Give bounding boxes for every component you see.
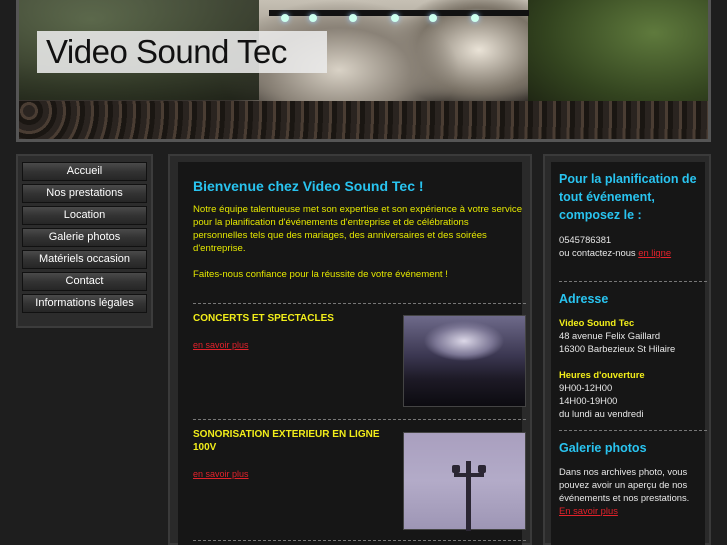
hours-afternoon: 14H00-19H00 bbox=[559, 395, 618, 406]
hours-days: du lundi au vendredi bbox=[559, 408, 644, 419]
divider bbox=[559, 281, 707, 282]
right-sidebar: Pour la planification de tout événement,… bbox=[543, 154, 711, 545]
stage-light bbox=[281, 14, 289, 22]
intro-text: Notre équipe talentueuse met son experti… bbox=[193, 204, 523, 254]
more-link-concerts[interactable]: en savoir plus bbox=[193, 340, 249, 350]
phone-number: 0545786381 bbox=[559, 234, 612, 245]
divider bbox=[193, 540, 526, 541]
welcome-title: Bienvenue chez Video Sound Tec ! bbox=[193, 178, 424, 194]
cta-text: Faites-nous confiance pour la réussite d… bbox=[193, 269, 448, 280]
company-name: Video Sound Tec bbox=[559, 317, 635, 328]
nav-item-accueil[interactable]: Accueil bbox=[22, 162, 147, 181]
contact-online-link[interactable]: en ligne bbox=[638, 247, 671, 258]
hours-heading: Heures d'ouverture bbox=[559, 369, 645, 380]
nav-item-contact[interactable]: Contact bbox=[22, 272, 147, 291]
divider bbox=[559, 430, 707, 431]
address-heading: Adresse bbox=[559, 292, 609, 306]
planning-heading: Pour la planification de tout événement,… bbox=[559, 172, 697, 222]
hours-morning: 9H00-12H00 bbox=[559, 382, 613, 393]
contact-line: ou contactez-nous en ligne bbox=[559, 246, 709, 259]
speaker-pole-thumbnail[interactable] bbox=[403, 432, 526, 531]
gallery-link-row: En savoir plus bbox=[559, 504, 709, 517]
main-content: Bienvenue chez Video Sound Tec ! Notre é… bbox=[168, 154, 532, 545]
city-address: 16300 Barbezieux St Hilaire bbox=[559, 343, 676, 354]
contact-prefix: ou contactez-nous bbox=[559, 247, 636, 258]
content-panel: Bienvenue chez Video Sound Tec ! Notre é… bbox=[178, 162, 526, 545]
divider bbox=[193, 419, 526, 420]
pole-arm bbox=[454, 473, 484, 477]
stage-light bbox=[309, 14, 317, 22]
street-address: 48 avenue Felix Gaillard bbox=[559, 330, 661, 341]
gallery-text: Dans nos archives photo, vous pouvez avo… bbox=[559, 466, 690, 503]
sidebar-panel: Pour la planification de tout événement,… bbox=[551, 162, 707, 545]
stage-light bbox=[349, 14, 357, 22]
divider bbox=[193, 303, 526, 304]
section-title-concerts: CONCERTS ET SPECTACLES bbox=[193, 313, 334, 324]
gallery-heading: Galerie photos bbox=[559, 441, 647, 455]
pole bbox=[466, 461, 471, 531]
main-nav: Accueil Nos prestations Location Galerie… bbox=[16, 154, 153, 328]
crowd bbox=[19, 101, 708, 139]
stage-light bbox=[471, 14, 479, 22]
section-title-sonorisation: SONORISATION EXTERIEUR EN LIGNE 100V bbox=[193, 429, 380, 453]
gallery-more-link[interactable]: En savoir plus bbox=[559, 505, 618, 516]
more-link-sonorisation[interactable]: en savoir plus bbox=[193, 469, 249, 479]
nav-item-informations[interactable]: Informations légales bbox=[22, 294, 147, 313]
speaker bbox=[452, 465, 460, 473]
site-title[interactable]: Video Sound Tec bbox=[46, 33, 287, 71]
header-banner: Video Sound Tec bbox=[16, 0, 711, 142]
concert-thumbnail[interactable] bbox=[403, 315, 526, 407]
nav-item-galerie[interactable]: Galerie photos bbox=[22, 228, 147, 247]
speaker bbox=[478, 465, 486, 473]
stage-rig bbox=[269, 10, 529, 16]
nav-item-prestations[interactable]: Nos prestations bbox=[22, 184, 147, 203]
stage-light bbox=[429, 14, 437, 22]
nav-item-location[interactable]: Location bbox=[22, 206, 147, 225]
nav-item-materiels[interactable]: Matériels occasion bbox=[22, 250, 147, 269]
stage-light bbox=[391, 14, 399, 22]
trees-right bbox=[528, 0, 708, 110]
